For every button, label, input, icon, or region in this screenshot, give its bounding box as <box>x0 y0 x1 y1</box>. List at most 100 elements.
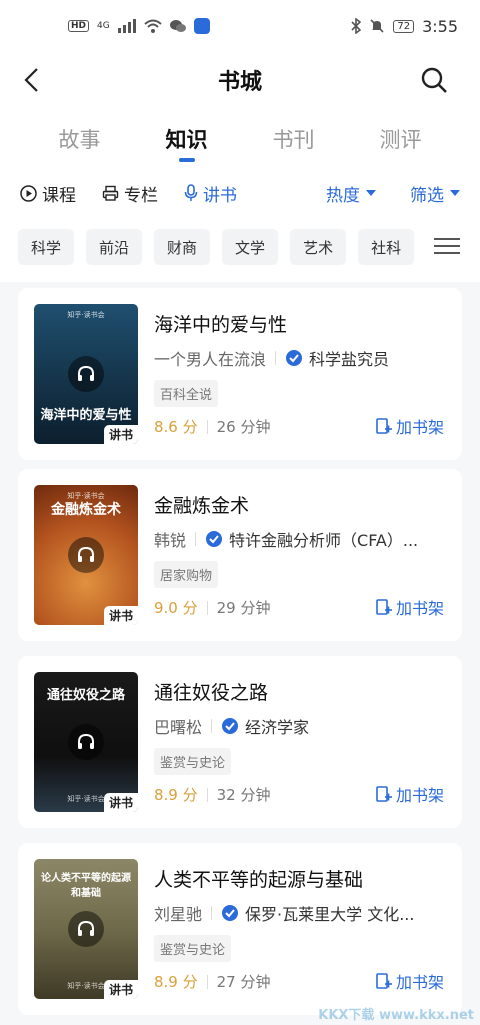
add-to-shelf-label: 加书架 <box>395 973 444 992</box>
book-title: 人类不平等的起源与基础 <box>154 869 364 891</box>
book-score: 8.9 分 <box>154 786 198 804</box>
headphones-icon <box>68 356 104 392</box>
chip-category[interactable]: 财商 <box>154 229 211 265</box>
search-icon <box>421 67 447 93</box>
subnav-book-talks[interactable]: 讲书 <box>184 181 237 206</box>
book-cover: 知乎·读书会 金融炼金术 讲书 <box>34 485 138 625</box>
content-type-nav: 课程 专栏 讲书 热度 筛选 <box>0 176 480 210</box>
subnav-courses[interactable]: 课程 <box>20 181 76 206</box>
author-row: 韩锐 特许金融分析师（CFA）... <box>154 527 444 551</box>
add-to-shelf-label: 加书架 <box>395 418 444 437</box>
author-role: 经济学家 <box>245 718 310 737</box>
caret-down-icon <box>450 190 460 196</box>
divider <box>211 719 213 733</box>
bookshelf-add-icon <box>376 418 392 434</box>
subnav-columns[interactable]: 专栏 <box>102 181 158 206</box>
book-score: 8.9 分 <box>154 973 198 991</box>
bookshelf-add-icon <box>376 973 392 989</box>
chip-category[interactable]: 文学 <box>222 229 279 265</box>
cover-brand: 知乎·读书会 <box>67 311 105 319</box>
filter-dropdown[interactable]: 筛选 <box>410 181 460 206</box>
author-name: 一个男人在流浪 <box>154 350 267 369</box>
play-circle-icon <box>20 184 37 202</box>
wifi-icon <box>144 19 162 33</box>
verified-icon <box>222 905 239 921</box>
book-meta: 9.0 分 29 分钟 <box>154 597 270 618</box>
book-cover: 通往奴役之路 知乎·读书会 讲书 <box>34 672 138 812</box>
bookshelf-add-icon <box>376 599 392 615</box>
book-card[interactable]: 论人类不平等的起源和基础 知乎·读书会 讲书 人类不平等的起源与基础 刘星驰 保… <box>18 843 462 1015</box>
book-cover: 知乎·读书会 海洋中的爱与性 讲书 <box>34 304 138 444</box>
book-cover: 论人类不平等的起源和基础 知乎·读书会 讲书 <box>34 859 138 999</box>
status-left: HD 4G <box>68 18 210 34</box>
clock: 3:55 <box>422 16 458 36</box>
chip-category[interactable]: 社科 <box>358 229 415 265</box>
divider <box>206 787 208 802</box>
sort-label: 热度 <box>326 185 360 206</box>
caret-down-icon <box>366 190 376 196</box>
book-tag: 鉴赏与史论 <box>154 748 232 775</box>
book-card[interactable]: 通往奴役之路 知乎·读书会 讲书 通往奴役之路 巴曙松 经济学家 鉴赏与史论 8… <box>18 656 462 828</box>
cover-title: 金融炼金术 <box>51 502 121 518</box>
signal-icon <box>117 19 136 33</box>
divider <box>206 419 208 434</box>
header: 书城 <box>0 52 480 108</box>
tab-stories[interactable]: 故事 <box>40 116 120 166</box>
book-meta: 8.9 分 32 分钟 <box>154 784 270 805</box>
book-tag: 百科全说 <box>154 380 219 407</box>
chip-category[interactable]: 艺术 <box>290 229 347 265</box>
author-row: 一个男人在流浪 科学盐究员 <box>154 346 444 370</box>
author-name: 巴曙松 <box>154 718 203 737</box>
menu-bar <box>434 238 460 241</box>
book-card[interactable]: 知乎·读书会 金融炼金术 讲书 金融炼金术 韩锐 特许金融分析师（CFA）...… <box>18 469 462 641</box>
bluetooth-icon <box>351 18 362 34</box>
book-duration: 32 分钟 <box>216 786 271 804</box>
verified-icon <box>286 350 303 366</box>
back-button[interactable] <box>14 62 50 98</box>
tab-magazines[interactable]: 书刊 <box>254 116 334 166</box>
divider <box>275 351 277 365</box>
author-role: 保罗·瓦莱里大学 文化... <box>245 905 415 924</box>
book-list: 知乎·读书会 海洋中的爱与性 讲书 海洋中的爱与性 一个男人在流浪 科学盐究员 … <box>0 282 480 1025</box>
divider <box>206 974 208 989</box>
book-score: 9.0 分 <box>154 599 198 617</box>
book-meta: 8.6 分 26 分钟 <box>154 416 270 437</box>
shield-app-icon <box>193 18 210 34</box>
book-tag: 鉴赏与史论 <box>154 935 232 962</box>
menu-bar <box>434 251 460 254</box>
category-menu-button[interactable] <box>434 233 460 259</box>
author-role: 科学盐究员 <box>309 350 390 369</box>
book-tag: 居家购物 <box>154 561 219 588</box>
add-to-shelf-label: 加书架 <box>395 599 444 618</box>
chip-category[interactable]: 科学 <box>18 229 75 265</box>
book-card[interactable]: 知乎·读书会 海洋中的爱与性 讲书 海洋中的爱与性 一个男人在流浪 科学盐究员 … <box>18 288 462 460</box>
book-talk-badge: 讲书 <box>103 606 138 625</box>
subnav-courses-label: 课程 <box>42 185 76 206</box>
add-to-shelf-button[interactable]: 加书架 <box>375 969 444 993</box>
add-to-shelf-button[interactable]: 加书架 <box>375 782 444 806</box>
add-to-shelf-button[interactable]: 加书架 <box>375 595 444 619</box>
book-meta: 8.9 分 27 分钟 <box>154 971 270 992</box>
book-talk-badge: 讲书 <box>103 980 138 999</box>
author-row: 刘星驰 保罗·瓦莱里大学 文化... <box>154 901 444 925</box>
menu-bar <box>434 244 460 247</box>
book-talk-badge: 讲书 <box>103 793 138 812</box>
search-button[interactable] <box>416 62 452 98</box>
author-role: 特许金融分析师（CFA）... <box>229 531 419 550</box>
book-score: 8.6 分 <box>154 418 198 436</box>
printer-icon <box>102 185 119 201</box>
cover-title: 通往奴役之路 <box>46 688 125 703</box>
add-to-shelf-button[interactable]: 加书架 <box>375 414 444 438</box>
book-duration: 27 分钟 <box>216 973 271 991</box>
author-name: 刘星驰 <box>154 905 203 924</box>
divider <box>211 906 213 920</box>
sort-filter-group: 热度 筛选 <box>326 181 460 206</box>
network-indicator: 4G <box>97 20 110 31</box>
mute-icon <box>370 19 384 33</box>
chip-category[interactable]: 前沿 <box>86 229 143 265</box>
author-name: 韩锐 <box>154 531 187 550</box>
sort-dropdown[interactable]: 热度 <box>326 181 376 206</box>
tab-reviews[interactable]: 测评 <box>361 116 441 166</box>
tab-knowledge[interactable]: 知识 <box>147 116 227 166</box>
top-tabs: 故事 知识 书刊 测评 <box>0 116 480 166</box>
